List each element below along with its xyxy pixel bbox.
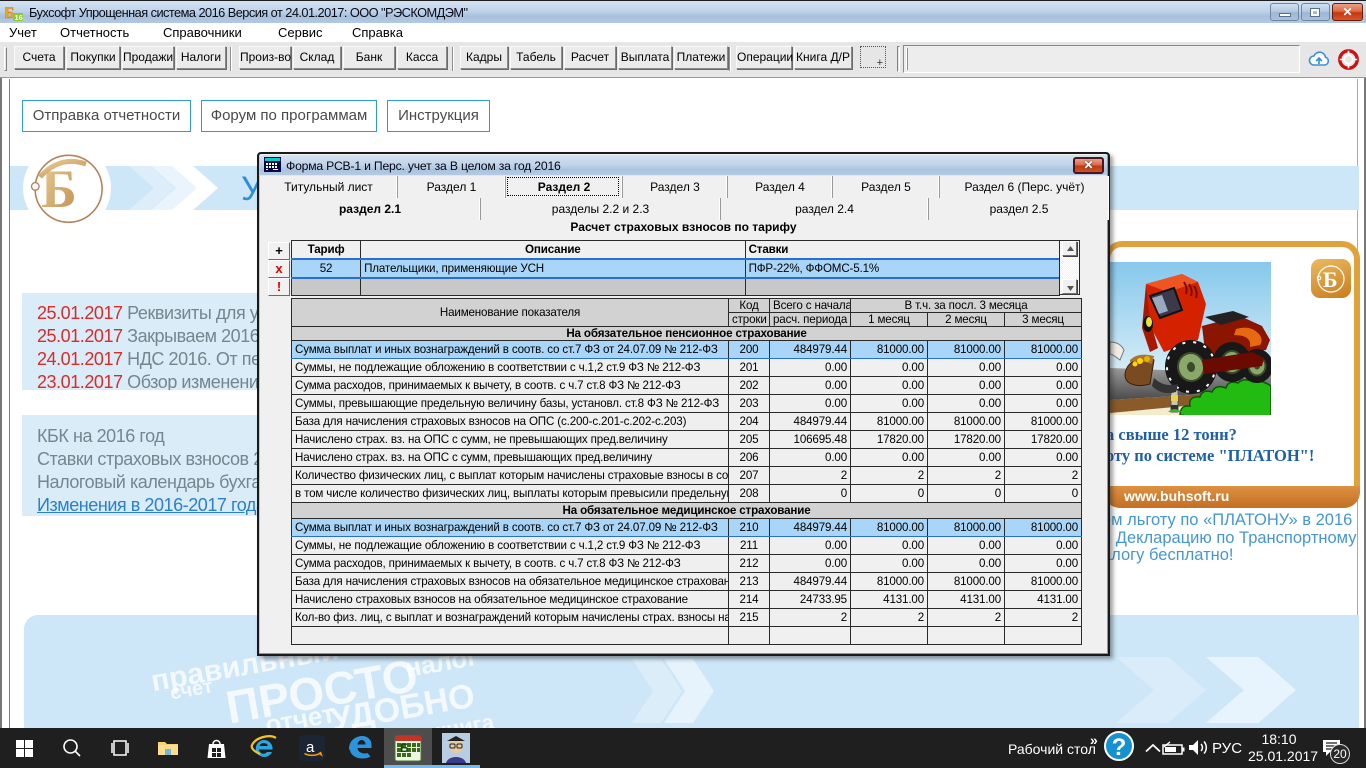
svg-text:16: 16 [15,13,23,21]
svg-text:Б: Б [400,741,409,755]
svg-text:a: a [306,739,315,756]
svg-text:Б: Б [1323,267,1338,292]
